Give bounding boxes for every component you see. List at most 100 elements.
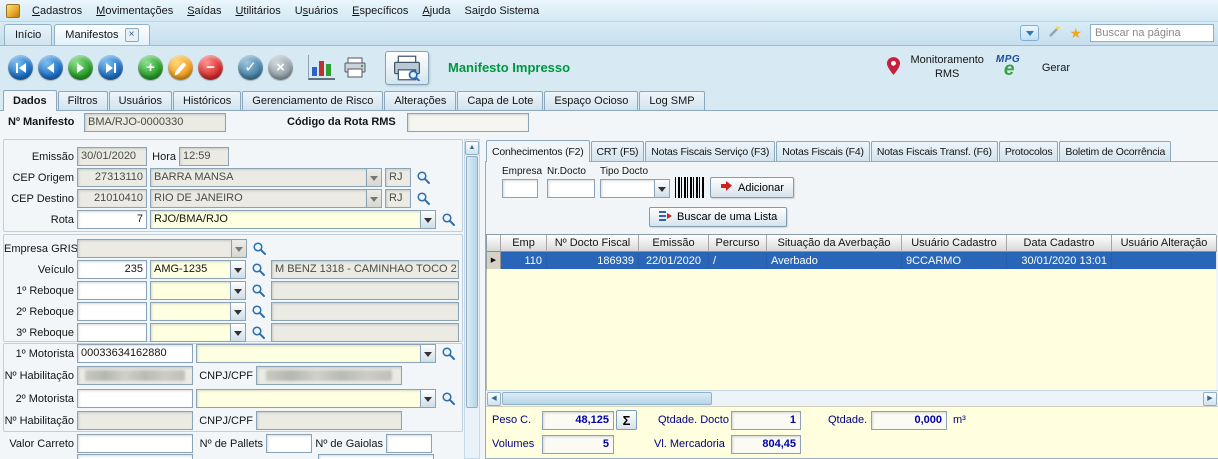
pallets-field[interactable]	[266, 434, 312, 453]
edit-record-button[interactable]	[168, 55, 193, 80]
tab-notas-fiscais-transf-f6[interactable]: Notas Fiscais Transf. (F6)	[871, 141, 998, 161]
reboque3-combo[interactable]	[150, 323, 246, 342]
veiculo-codigo-field[interactable]: 235	[77, 260, 147, 279]
tab-filtros[interactable]: Filtros	[58, 91, 108, 110]
confirm-button[interactable]: ✓	[238, 55, 263, 80]
tab-log-smp[interactable]: Log SMP	[639, 91, 704, 110]
grid-col-usuario-cadastro[interactable]: Usuário Cadastro	[902, 235, 1007, 252]
search-icon[interactable]	[439, 344, 458, 363]
tipo-docto-select[interactable]	[600, 179, 670, 198]
search-icon[interactable]	[249, 260, 268, 279]
add-record-button[interactable]: +	[138, 55, 163, 80]
kit-segur-field[interactable]	[77, 454, 193, 459]
tab-boletim-de-ocorrencia[interactable]: Boletim de Ocorrência	[1059, 141, 1171, 161]
menu-item-usuarios[interactable]: Usuários	[288, 0, 345, 21]
chart-button[interactable]	[308, 55, 335, 80]
tab-protocolos[interactable]: Protocolos	[999, 141, 1059, 161]
mpg-logo[interactable]: MPG e	[994, 54, 1032, 82]
empresa-gris-combo[interactable]	[77, 239, 247, 258]
grid-row[interactable]: ▶11018693922/01/2020/Averbado9CCARMO30/0…	[487, 252, 1216, 270]
scroll-right-button[interactable]: ▶	[1203, 392, 1217, 406]
scroll-up-button[interactable]: ▲	[465, 141, 479, 155]
grid-col-emp[interactable]: Emp	[501, 235, 547, 252]
chevron-down-icon[interactable]	[420, 389, 436, 408]
map-pin-icon[interactable]	[886, 57, 901, 79]
search-input[interactable]	[1090, 24, 1214, 42]
search-icon[interactable]	[439, 389, 458, 408]
menu-item-sair-do-sistema[interactable]: Sair do Sistema	[458, 0, 547, 21]
tab-crt-f5[interactable]: CRT (F5)	[591, 141, 645, 161]
grid-col-data-cadastro[interactable]: Data Cadastro	[1007, 235, 1112, 252]
monitoramento-rms-button[interactable]: Monitoramento RMS	[911, 54, 984, 80]
motorista2-combo[interactable]	[196, 389, 436, 408]
print-button[interactable]	[340, 54, 370, 81]
chevron-down-icon[interactable]	[420, 344, 436, 363]
search-icon[interactable]	[414, 189, 433, 208]
search-icon[interactable]	[414, 168, 433, 187]
tab-conhecimentos-f2[interactable]: Conhecimentos (F2)	[486, 140, 590, 162]
reboque3-codigo-field[interactable]	[77, 323, 147, 342]
tab-gerenciamento-de-risco[interactable]: Gerenciamento de Risco	[242, 91, 383, 110]
tab-historicos[interactable]: Históricos	[173, 91, 241, 110]
tab-close-icon[interactable]: ×	[125, 28, 139, 42]
left-panel-scrollbar[interactable]: ▲	[464, 139, 480, 459]
rota-combo[interactable]: RJO/BMA/RJO	[150, 210, 436, 229]
wand-icon[interactable]	[1047, 25, 1061, 42]
search-icon[interactable]	[249, 302, 268, 321]
chevron-down-icon[interactable]	[366, 189, 382, 208]
empresa-input[interactable]	[502, 179, 538, 198]
reboque2-combo[interactable]	[150, 302, 246, 321]
menu-item-ajuda[interactable]: Ajuda	[415, 0, 457, 21]
tab-manifestos[interactable]: Manifestos×	[54, 24, 149, 45]
veiculo-placa-combo[interactable]: AMG-1235	[150, 260, 246, 279]
menu-item-utilitarios[interactable]: Utilitários	[228, 0, 287, 21]
tab-usuarios[interactable]: Usuários	[109, 91, 172, 110]
tab-dados[interactable]: Dados	[3, 90, 57, 111]
grid-horizontal-scrollbar[interactable]: ◀ ▶	[486, 390, 1218, 406]
star-icon[interactable]: ★	[1069, 26, 1082, 40]
chevron-down-icon[interactable]	[420, 210, 436, 229]
nr-docto-input[interactable]	[547, 179, 595, 198]
search-icon[interactable]	[249, 281, 268, 300]
grid-col-percurso[interactable]: Percurso	[709, 235, 767, 252]
tab-notas-fiscais-servico-f3[interactable]: Notas Fiscais Serviço (F3)	[645, 141, 775, 161]
adicionar-button[interactable]: Adicionar	[710, 177, 794, 198]
last-record-button[interactable]	[98, 55, 123, 80]
menu-item-especificos[interactable]: Específicos	[345, 0, 415, 21]
grid-col-n-docto-fiscal[interactable]: Nº Docto Fiscal	[547, 235, 639, 252]
gaiolas-field[interactable]	[386, 434, 432, 453]
barcode-icon[interactable]	[675, 177, 705, 198]
print-preview-button[interactable]	[385, 51, 429, 85]
chevron-down-icon[interactable]	[366, 168, 382, 187]
chevron-down-icon[interactable]	[231, 239, 247, 258]
search-icon[interactable]	[439, 210, 458, 229]
lacre-field[interactable]	[318, 454, 434, 459]
previous-record-button[interactable]	[38, 55, 63, 80]
scrollbar-thumb[interactable]	[502, 392, 712, 405]
rota-codigo-field[interactable]: 7	[77, 210, 147, 229]
scroll-left-button[interactable]: ◀	[487, 392, 501, 406]
grid-col-usuario-alteracao[interactable]: Usuário Alteração	[1112, 235, 1217, 252]
motorista2-codigo-field[interactable]	[77, 389, 193, 408]
next-record-button[interactable]	[68, 55, 93, 80]
first-record-button[interactable]	[8, 55, 33, 80]
menu-item-saidas[interactable]: Saídas	[180, 0, 228, 21]
reboque2-codigo-field[interactable]	[77, 302, 147, 321]
motorista1-codigo-field[interactable]: 00033634162880	[77, 344, 193, 363]
chevron-down-icon[interactable]	[230, 281, 246, 300]
sigma-button[interactable]: Σ	[616, 410, 637, 430]
tab-espaco-ocioso[interactable]: Espaço Ocioso	[544, 91, 638, 110]
reboque1-combo[interactable]	[150, 281, 246, 300]
menu-item-movimentacoes[interactable]: Movimentações	[89, 0, 180, 21]
tab-notas-fiscais-f4[interactable]: Notas Fiscais (F4)	[776, 141, 870, 161]
buscar-lista-button[interactable]: Buscar de uma Lista	[649, 207, 787, 227]
chevron-down-icon[interactable]	[230, 302, 246, 321]
search-icon[interactable]	[250, 239, 269, 258]
valor-carreto-field[interactable]	[77, 434, 193, 453]
grid-col-situacao-da-averbacao[interactable]: Situação da Averbação	[767, 235, 902, 252]
chevron-down-icon[interactable]	[654, 179, 670, 198]
tab-capa-de-lote[interactable]: Capa de Lote	[457, 91, 543, 110]
grid-col-emissao[interactable]: Emissão	[639, 235, 709, 252]
chevron-down-icon[interactable]	[230, 323, 246, 342]
scrollbar-thumb[interactable]	[466, 156, 478, 408]
